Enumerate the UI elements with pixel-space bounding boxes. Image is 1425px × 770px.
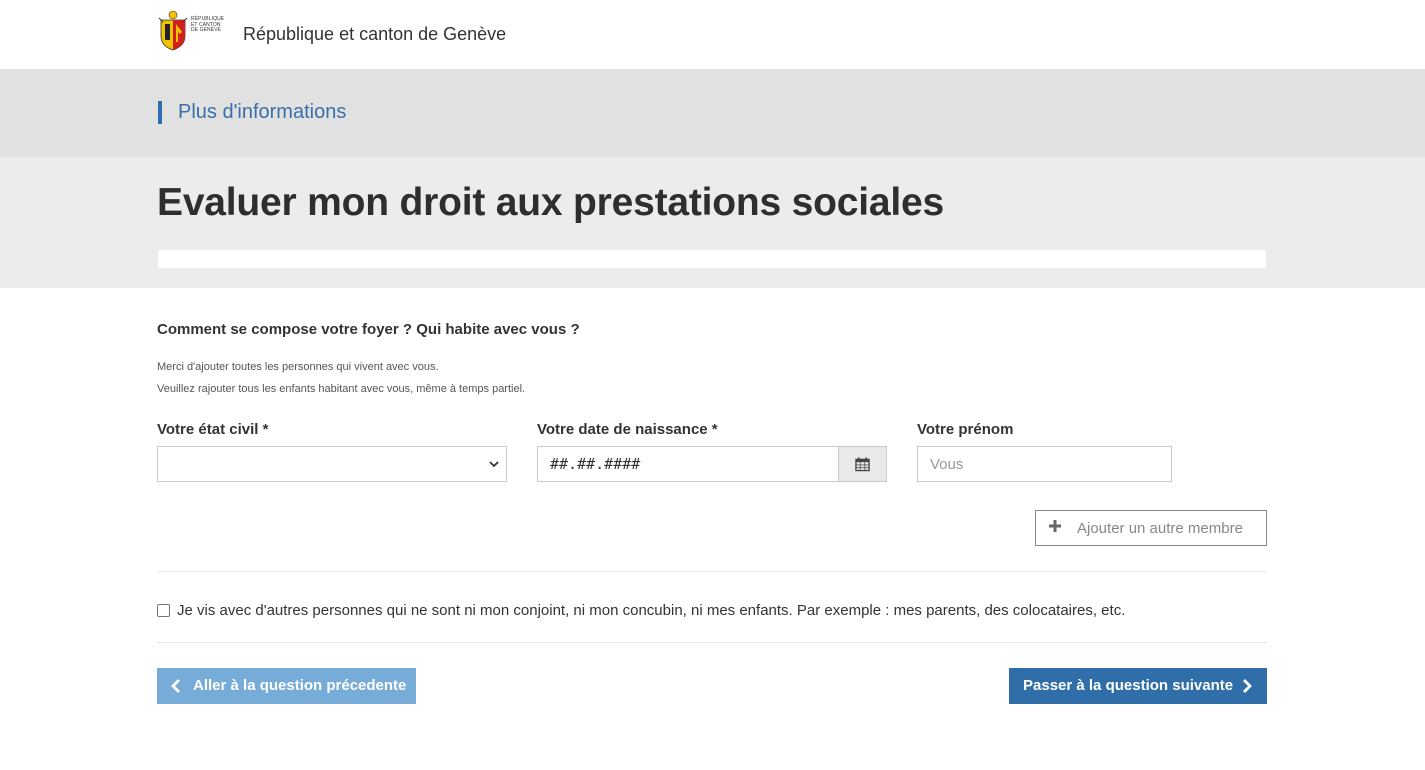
chevron-down-icon — [489, 461, 499, 468]
other-persons-checkbox[interactable] — [157, 604, 170, 617]
site-header: RÉPUBLIQUE ET CANTON DE GENÈVE Républiqu… — [0, 0, 1425, 69]
civil-status-label: Votre état civil * — [157, 421, 269, 438]
geneva-logo[interactable]: RÉPUBLIQUE ET CANTON DE GENÈVE — [157, 10, 225, 62]
info-accent-bar — [158, 101, 162, 124]
info-bar: Plus d'informations — [0, 69, 1425, 157]
divider — [157, 571, 1267, 572]
logo-wordmark: RÉPUBLIQUE ET CANTON DE GENÈVE — [191, 16, 225, 33]
birthdate-input[interactable]: ##.##.#### — [537, 446, 839, 482]
page-title: Evaluer mon droit aux prestations social… — [157, 181, 945, 224]
add-member-label: Ajouter un autre membre — [1077, 520, 1243, 537]
progress-bar — [158, 250, 1266, 268]
calendar-button[interactable] — [838, 446, 887, 482]
site-title[interactable]: République et canton de Genève — [243, 24, 506, 45]
chevron-left-icon — [171, 679, 180, 693]
civil-status-select[interactable] — [157, 446, 507, 482]
next-question-button[interactable]: Passer à la question suivante — [1009, 668, 1267, 704]
divider — [157, 642, 1267, 643]
question-title: Comment se compose votre foyer ? Qui hab… — [157, 321, 580, 338]
birthdate-label: Votre date de naissance * — [537, 421, 718, 438]
help-text-2: Veuillez rajouter tous les enfants habit… — [157, 383, 526, 395]
plus-icon — [1049, 520, 1061, 532]
calendar-icon — [855, 457, 870, 472]
chevron-right-icon — [1243, 679, 1252, 693]
more-info-link[interactable]: Plus d'informations — [178, 101, 346, 124]
title-section: Evaluer mon droit aux prestations social… — [0, 157, 1425, 288]
previous-question-button[interactable]: Aller à la question précedente — [157, 668, 416, 704]
other-persons-label[interactable]: Je vis avec d'autres personnes qui ne so… — [177, 602, 1125, 619]
add-member-button[interactable]: Ajouter un autre membre — [1035, 510, 1267, 546]
firstname-input[interactable] — [917, 446, 1172, 482]
previous-question-label: Aller à la question précedente — [193, 677, 407, 694]
geneva-crest-icon — [158, 10, 188, 51]
next-question-label: Passer à la question suivante — [1023, 677, 1234, 694]
firstname-label: Votre prénom — [917, 421, 1014, 438]
help-text-1: Merci d'ajouter toutes les personnes qui… — [157, 361, 439, 373]
